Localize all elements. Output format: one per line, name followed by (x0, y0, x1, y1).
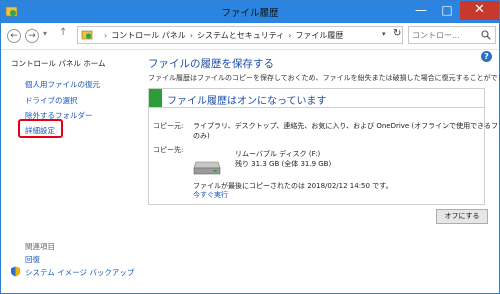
status-panel: ファイル履歴はオンになっています コピー元: ライブラリ、デスクトップ、連絡先、… (148, 88, 500, 205)
title-bar: ファイル履歴 — □ ✕ (1, 1, 499, 23)
search-input[interactable] (412, 28, 476, 42)
breadcrumb-separator: › (189, 31, 193, 40)
breadcrumb-separator: › (288, 31, 292, 40)
related-link-system-image-backup[interactable]: システム イメージ バックアップ (25, 267, 134, 278)
page-title: ファイルの履歴を保存する (148, 58, 274, 70)
forward-button[interactable]: → (25, 29, 39, 43)
turn-off-button[interactable]: オフにする (436, 209, 488, 224)
shield-icon (11, 266, 20, 277)
back-button[interactable]: ← (7, 29, 21, 43)
control-panel-icon (81, 30, 93, 40)
address-history-dropdown[interactable]: ▾ (382, 30, 386, 38)
help-button[interactable]: ? (481, 51, 492, 62)
search-box (408, 26, 496, 44)
sidebar-item-select-drive[interactable]: ドライブの選択 (25, 95, 78, 106)
minimize-button[interactable]: — (408, 1, 434, 20)
status-title: ファイル履歴はオンになっています (167, 96, 327, 107)
recent-locations-dropdown[interactable]: ▾ (43, 29, 47, 38)
breadcrumb-file-history[interactable]: ファイル履歴 (295, 31, 343, 40)
breadcrumb-separator: › (104, 31, 108, 40)
control-panel-home-link[interactable]: コントロール パネル ホーム (11, 58, 106, 69)
related-section-header: 関連項目 (25, 242, 55, 251)
copy-from-value: ライブラリ、デスクトップ、連絡先、お気に入り、および OneDrive (オフラ… (193, 122, 500, 130)
search-icon[interactable] (481, 30, 491, 40)
breadcrumb-control-panel[interactable]: コントロール パネル (111, 31, 186, 40)
copy-from-value-cont: のみ) (193, 132, 210, 140)
address-box[interactable]: › コントロール パネル › システムとセキュリティ › ファイル履歴 ▾ ↻ (77, 26, 403, 44)
drive-name: リムーバブル ディスク (F:) (235, 150, 321, 158)
file-history-window: ファイル履歴 — □ ✕ ← → ▾ ↑ › コントロール パネル › システムとセキ… (0, 0, 500, 294)
refresh-button[interactable]: ↻ (393, 28, 401, 39)
highlight-box (18, 119, 63, 138)
maximize-button[interactable]: □ (434, 1, 460, 20)
page-description: ファイル履歴はファイルのコピーを保存しておくため、ファイルを紛失または破損した場… (148, 74, 500, 82)
copy-to-label: コピー先: (153, 146, 184, 154)
address-bar-row: ← → ▾ ↑ › コントロール パネル › システムとセキュリティ › ファイル履歴 ▾… (1, 23, 499, 50)
drive-space: 残り 31.3 GB (全体 31.9 GB) (235, 160, 332, 168)
run-now-link[interactable]: 今すぐ実行 (193, 190, 228, 200)
up-button[interactable]: ↑ (59, 27, 67, 38)
breadcrumb-system-security[interactable]: システムとセキュリティ (197, 31, 284, 40)
status-indicator (149, 89, 162, 107)
status-header: ファイル履歴はオンになっています (149, 89, 484, 108)
removable-drive-icon (193, 161, 221, 175)
sidebar-item-restore-personal-files[interactable]: 個人用ファイルの復元 (25, 79, 100, 90)
related-link-recovery[interactable]: 回復 (25, 254, 40, 265)
close-button[interactable]: ✕ (460, 1, 499, 20)
copy-from-label: コピー元: (153, 122, 184, 130)
breadcrumb: › コントロール パネル › システムとセキュリティ › ファイル履歴 (100, 30, 343, 41)
